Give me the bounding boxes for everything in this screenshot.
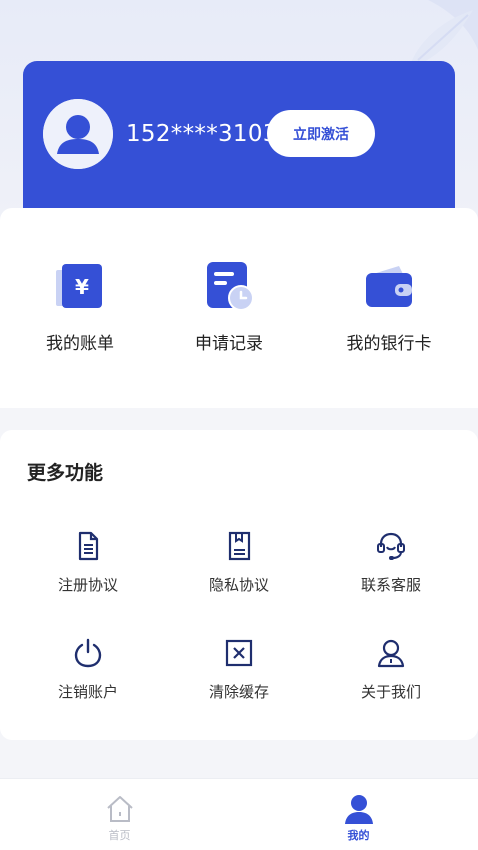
- avatar[interactable]: [43, 99, 113, 169]
- tab-label: 首页: [108, 829, 131, 842]
- bill-icon: ¥: [56, 264, 102, 308]
- section-title: 更多功能: [27, 462, 104, 484]
- quick-item-label: 申请记录: [195, 334, 263, 354]
- function-label: 清除缓存: [208, 683, 269, 701]
- about-user-icon: [377, 639, 405, 668]
- tab-home[interactable]: 首页: [0, 779, 239, 850]
- quick-actions-panel: ¥ 我的账单 申请记录 我的银行卡: [0, 208, 478, 408]
- function-about-us[interactable]: 关于我们: [311, 637, 471, 707]
- function-contact-service[interactable]: 联系客服: [311, 530, 471, 600]
- headset-icon: [377, 532, 405, 560]
- home-icon: [106, 796, 133, 822]
- person-icon: [344, 795, 373, 824]
- function-label: 联系客服: [360, 576, 421, 594]
- quick-item-bill[interactable]: ¥ 我的账单: [0, 208, 160, 408]
- power-icon: [74, 638, 102, 668]
- activate-button[interactable]: 立即激活: [267, 110, 375, 157]
- document-icon: [78, 531, 99, 561]
- function-privacy-agreement[interactable]: 隐私协议: [159, 530, 319, 600]
- tab-label: 我的: [347, 829, 370, 842]
- avatar-icon: [43, 99, 113, 169]
- function-label: 关于我们: [360, 683, 421, 701]
- user-phone: 152****3103: [126, 121, 278, 147]
- bottom-tab-bar: 首页 我的: [0, 778, 478, 850]
- privacy-book-icon: [228, 531, 251, 561]
- quick-item-bank-card[interactable]: 我的银行卡: [309, 208, 469, 408]
- function-registration-agreement[interactable]: 注册协议: [8, 530, 168, 600]
- function-label: 注销账户: [57, 683, 118, 701]
- application-record-icon: [207, 262, 254, 311]
- tab-mine[interactable]: 我的: [239, 779, 478, 850]
- svg-text:¥: ¥: [75, 275, 89, 299]
- function-label: 注册协议: [57, 576, 118, 594]
- more-functions-panel: 更多功能 注册协议 隐私协议 联系客服 注销账户 清除缓存 关于我们: [0, 430, 478, 740]
- function-clear-cache[interactable]: 清除缓存: [159, 637, 319, 707]
- function-cancel-account[interactable]: 注销账户: [8, 637, 168, 707]
- wallet-icon: [366, 266, 412, 307]
- profile-page: 152****3103 立即激活 ¥ 我的账单 申请记录 我的银行卡 更多功能 …: [0, 0, 478, 850]
- function-label: 隐私协议: [208, 576, 269, 594]
- clear-cache-icon: [225, 639, 253, 667]
- quick-item-label: 我的银行卡: [346, 334, 432, 354]
- quick-item-application-record[interactable]: 申请记录: [149, 208, 309, 408]
- quick-item-label: 我的账单: [46, 334, 114, 354]
